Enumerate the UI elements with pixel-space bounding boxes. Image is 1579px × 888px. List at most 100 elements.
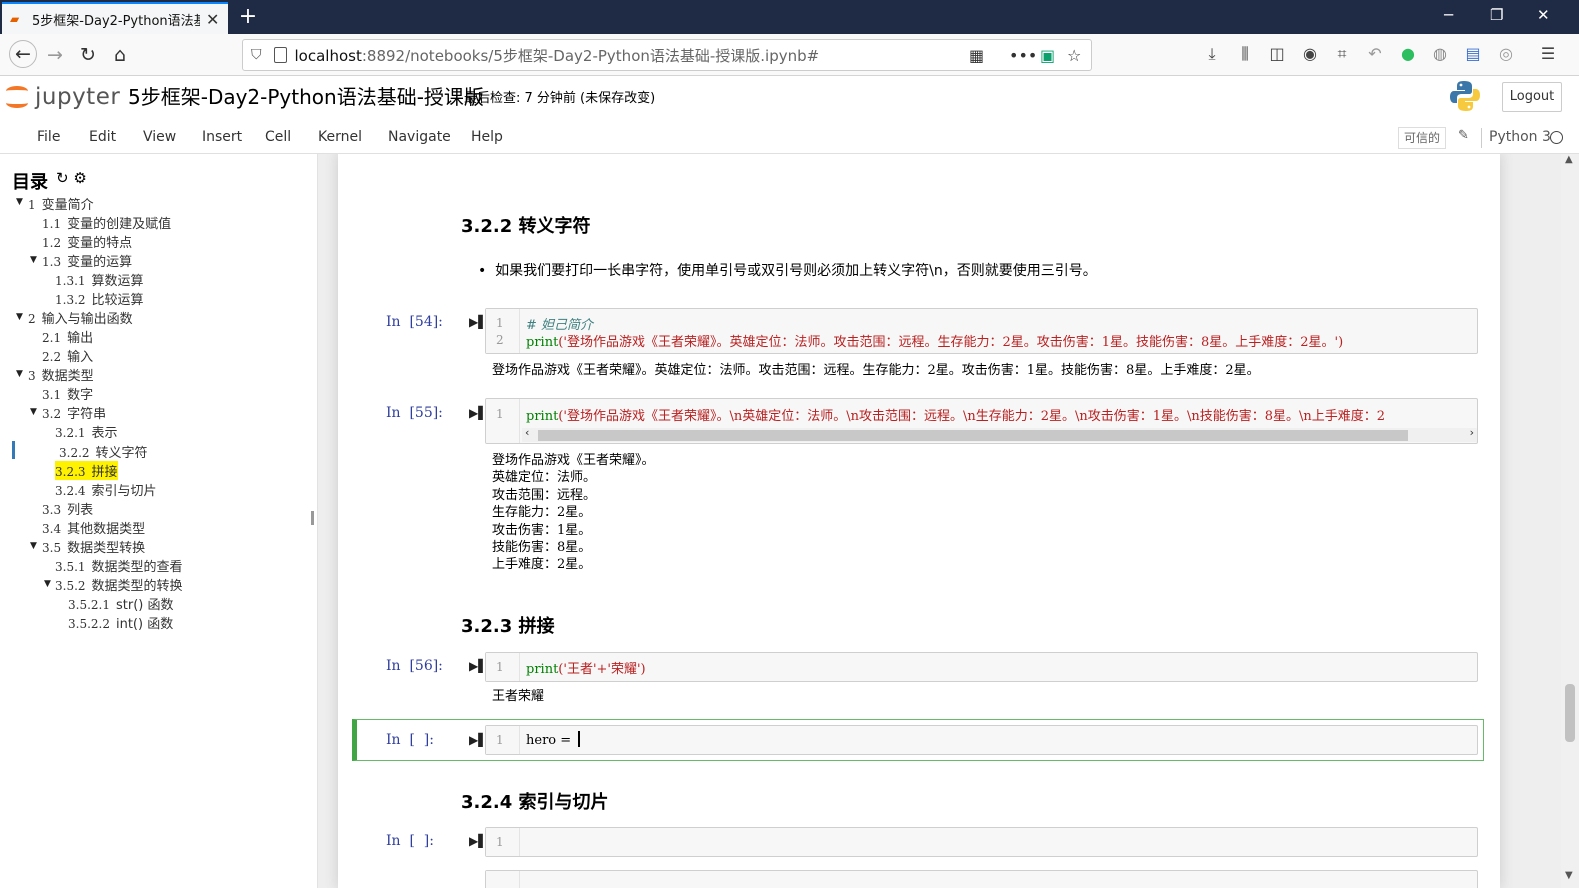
toc-item-3-2-3[interactable]: 3.2.3 拼接 xyxy=(55,461,118,480)
toc-item-3-3[interactable]: 3.3 列表 xyxy=(42,499,93,518)
new-tab-button[interactable]: + xyxy=(236,4,260,29)
toc-collapse-caret-icon[interactable]: ▼ xyxy=(16,369,23,379)
scroll-up-icon[interactable]: ▲ xyxy=(1565,154,1573,165)
scroll-right-icon[interactable]: › xyxy=(1470,426,1474,439)
close-tab-icon[interactable]: ✕ xyxy=(206,10,219,29)
toc-item-2[interactable]: 2 输入与输出函数 xyxy=(28,308,133,327)
toc-current-marker xyxy=(12,441,15,459)
extension-circle-icon[interactable]: ◎ xyxy=(1495,44,1517,63)
checkpoint-status: 最后检查: 7 分钟前 (未保存改变) xyxy=(464,91,656,106)
qr-code-icon[interactable]: ▦ xyxy=(969,46,984,65)
scroll-left-icon[interactable]: ‹ xyxy=(525,426,529,439)
toc-item-2-1[interactable]: 2.1 输出 xyxy=(42,327,93,346)
edit-mode-pencil-icon: ✎ xyxy=(1458,128,1469,143)
code-input-empty[interactable]: 1 xyxy=(485,827,1478,857)
toc-item-1-3[interactable]: 1.3 变量的运算 xyxy=(42,251,132,270)
toc-item-3-5-2-2[interactable]: 3.5.2.2 int() 函数 xyxy=(68,613,173,632)
toc-item-3[interactable]: 3 数据类型 xyxy=(28,365,94,384)
evernote-icon[interactable]: ● xyxy=(1397,44,1419,63)
code-input-56[interactable]: 1 print('王者'+'荣耀') xyxy=(485,652,1478,682)
menu-kernel[interactable]: Kernel xyxy=(318,129,362,145)
code-line[interactable]: hero = xyxy=(526,731,581,748)
toc-settings-gear-icon[interactable]: ⚙ xyxy=(73,169,86,187)
shield-icon[interactable]: ⛉ xyxy=(251,47,262,63)
toc-collapse-caret-icon[interactable]: ▼ xyxy=(16,312,23,322)
kernel-name[interactable]: Python 3 xyxy=(1489,129,1551,145)
back-arrow-icon[interactable]: ← xyxy=(9,40,37,68)
toc-resize-handle[interactable] xyxy=(311,511,314,525)
scrollbar-thumb[interactable] xyxy=(538,430,1408,441)
undo-icon[interactable]: ↶ xyxy=(1364,44,1386,63)
sidebar-icon[interactable]: ◫ xyxy=(1266,44,1288,63)
cell-output-54: 登场作品游戏《王者荣耀》。英雄定位：法师。攻击范围：远程。生存能力：2星。攻击伤… xyxy=(492,363,1260,378)
toc-item-3-2-2[interactable]: 3.2.2 转义字符 xyxy=(59,442,148,461)
hamburger-menu-icon[interactable]: ☰ xyxy=(1537,44,1559,63)
toc-item-3-2[interactable]: 3.2 字符串 xyxy=(42,403,106,422)
crop-screenshot-icon[interactable]: ⌗ xyxy=(1331,44,1353,64)
toc-item-1-3-2[interactable]: 1.3.2 比较运算 xyxy=(55,289,144,308)
more-actions-icon[interactable]: ••• xyxy=(1009,46,1037,65)
menu-navigate[interactable]: Navigate xyxy=(388,129,451,145)
toc-item-3-5-2-1[interactable]: 3.5.2.1 str() 函数 xyxy=(68,594,173,613)
extension-icon[interactable]: ▣ xyxy=(1040,46,1055,65)
restore-window-icon[interactable]: ❐ xyxy=(1490,6,1503,24)
menu-edit[interactable]: Edit xyxy=(89,129,116,145)
bookmark-star-icon[interactable]: ☆ xyxy=(1067,46,1081,65)
toc-item-3-1[interactable]: 3.1 数字 xyxy=(42,384,93,403)
toc-item-2-2[interactable]: 2.2 输入 xyxy=(42,346,93,365)
code-input-54[interactable]: 1 2 # 妲己简介 print('登场作品游戏《王者荣耀》。英雄定位：法师。攻… xyxy=(485,308,1478,354)
cell-output-55: 登场作品游戏《王者荣耀》。 英雄定位：法师。 攻击范围：远程。 生存能力：2星。… xyxy=(492,453,655,573)
toc-item-3-5[interactable]: 3.5 数据类型转换 xyxy=(42,537,145,556)
page-vertical-scrollbar[interactable]: ▲ ▼ xyxy=(1561,154,1579,888)
menu-view[interactable]: View xyxy=(143,129,176,145)
toc-item-1[interactable]: 1 变量简介 xyxy=(28,194,94,213)
menu-file[interactable]: File xyxy=(37,129,60,145)
browser-tab-active[interactable]: ▰ 5步框架-Day2-Python语法基础 ✕ xyxy=(2,2,228,34)
minimize-window-icon[interactable]: ─ xyxy=(1444,6,1453,24)
toc-item-3-5-2[interactable]: 3.5.2 数据类型的转换 xyxy=(55,575,183,594)
page-info-icon[interactable] xyxy=(273,47,287,63)
toc-item-3-2-4[interactable]: 3.2.4 索引与切片 xyxy=(55,480,157,499)
address-bar[interactable]: ⛉ localhost:8892/notebooks/5步框架-Day2-Pyt… xyxy=(242,39,1092,71)
account-icon[interactable]: ◉ xyxy=(1299,44,1321,63)
cell-prompt: In [54]: xyxy=(386,314,443,330)
toc-collapse-caret-icon[interactable]: ▼ xyxy=(30,541,37,551)
toc-item-1-3-1[interactable]: 1.3.1 算数运算 xyxy=(55,270,144,289)
code-input-55[interactable]: 1 print('登场作品游戏《王者荣耀》。\n英雄定位：法师。\n攻击范围：远… xyxy=(485,398,1478,444)
code-input-next[interactable] xyxy=(485,870,1478,888)
jupyter-logo[interactable]: jupyter xyxy=(5,82,120,112)
heading-3-2-4: 3.2.4 索引与切片 xyxy=(461,792,609,813)
download-icon[interactable]: ⤓ xyxy=(1201,44,1223,64)
menu-help[interactable]: Help xyxy=(471,129,503,145)
menu-cell[interactable]: Cell xyxy=(265,129,291,145)
notebook-title[interactable]: 5步框架-Day2-Python语法基础-授课版 xyxy=(128,81,484,110)
scrollbar-thumb[interactable] xyxy=(1565,684,1575,742)
translate-icon[interactable]: ▤ xyxy=(1462,44,1484,63)
toc-item-3-5-1[interactable]: 3.5.1 数据类型的查看 xyxy=(55,556,183,575)
reload-icon[interactable]: ↻ xyxy=(75,42,101,68)
close-window-icon[interactable]: ✕ xyxy=(1537,6,1550,24)
toc-item-1-1[interactable]: 1.1 变量的创建及赋值 xyxy=(42,213,171,232)
scroll-down-icon[interactable]: ▼ xyxy=(1565,870,1573,881)
toc-item-3-2-1[interactable]: 3.2.1 表示 xyxy=(55,422,118,441)
toc-collapse-caret-icon[interactable]: ▼ xyxy=(44,579,51,589)
code-input-active[interactable]: 1 hero = xyxy=(485,725,1478,755)
toc-collapse-caret-icon[interactable]: ▼ xyxy=(30,255,37,265)
toc-refresh-icon[interactable]: ↻ xyxy=(56,169,69,187)
logout-button[interactable]: Logout xyxy=(1502,82,1562,112)
extension-gray-icon[interactable]: ◍ xyxy=(1429,44,1451,63)
library-icon[interactable]: ⫼ xyxy=(1234,44,1256,64)
horizontal-scrollbar[interactable]: ‹ › xyxy=(522,426,1477,442)
heading-3-2-2: 3.2.2 转义字符 xyxy=(461,216,591,237)
menu-insert[interactable]: Insert xyxy=(202,129,242,145)
code-line: print('登场作品游戏《王者荣耀》。\n英雄定位：法师。\n攻击范围：远程。… xyxy=(526,409,1386,424)
toc-collapse-caret-icon[interactable]: ▼ xyxy=(16,197,23,207)
forward-arrow-icon[interactable]: → xyxy=(42,42,68,68)
python-logo-icon xyxy=(1450,81,1480,111)
trusted-indicator[interactable]: 可信的 xyxy=(1398,127,1447,149)
url-text[interactable]: localhost:8892/notebooks/5步框架-Day2-Pytho… xyxy=(295,45,820,66)
toc-item-3-4[interactable]: 3.4 其他数据类型 xyxy=(42,518,145,537)
home-icon[interactable]: ⌂ xyxy=(107,42,133,68)
toc-collapse-caret-icon[interactable]: ▼ xyxy=(30,407,37,417)
toc-item-1-2[interactable]: 1.2 变量的特点 xyxy=(42,232,132,251)
